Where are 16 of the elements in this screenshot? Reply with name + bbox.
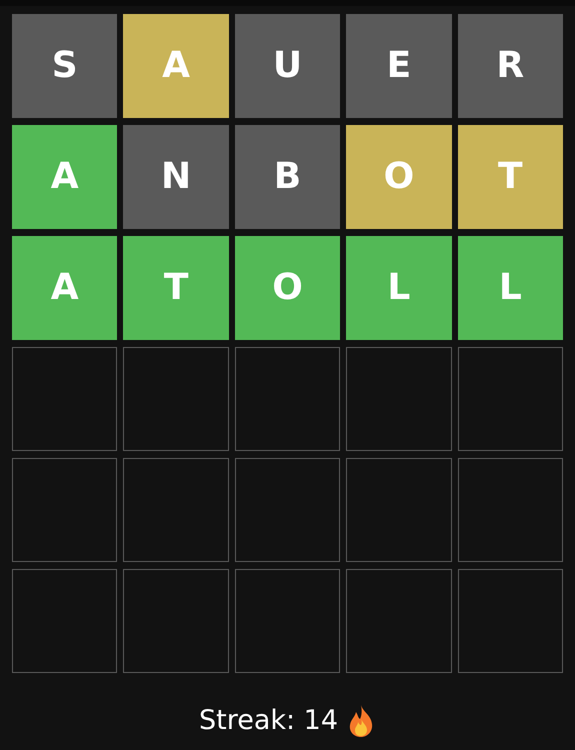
letter-tile: E — [346, 14, 452, 118]
letter-tile: A — [12, 236, 118, 340]
letter-tile: L — [458, 236, 563, 340]
letter-tile: B — [234, 125, 340, 229]
letter-tile: S — [12, 14, 118, 118]
letter-tile: A — [123, 14, 229, 118]
letter-tile: L — [346, 236, 452, 340]
letter-tile: N — [123, 125, 229, 229]
letter-tile: T — [458, 125, 563, 229]
letter-tile: R — [458, 14, 563, 118]
letter-tile: A — [12, 125, 118, 229]
letter-tile: O — [234, 236, 340, 340]
letter-tile: T — [123, 236, 229, 340]
streak-counter: Streak: 14 — [198, 704, 338, 738]
letter-tile: U — [234, 14, 340, 118]
letter-tile: O — [346, 125, 452, 229]
